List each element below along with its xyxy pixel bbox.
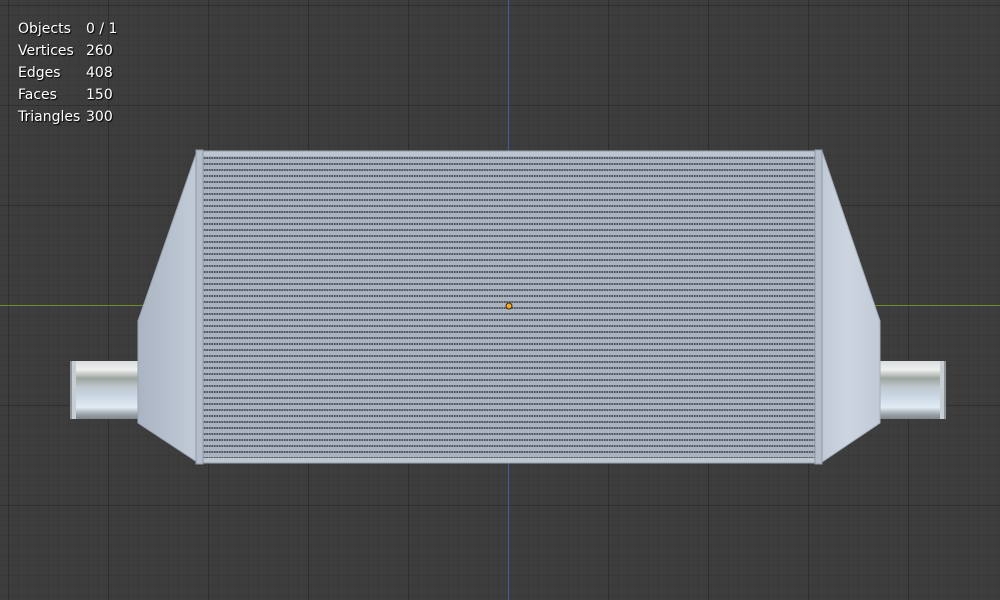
stat-vertices-label: Vertices: [18, 43, 74, 59]
stat-triangles: Triangles 300: [18, 106, 117, 128]
stat-edges: Edges 408: [18, 62, 117, 84]
stat-vertices-value: 260: [86, 43, 113, 59]
stat-objects-value: 0 / 1: [86, 21, 118, 37]
stat-triangles-label: Triangles: [18, 109, 81, 125]
stat-vertices: Vertices 260: [18, 40, 117, 62]
left-end-tank: [137, 150, 206, 463]
stat-edges-label: Edges: [18, 65, 61, 81]
right-end-tank: [813, 150, 881, 463]
stat-faces: Faces 150: [18, 84, 117, 106]
intercooler-model[interactable]: [0, 0, 1000, 600]
stat-objects-label: Objects: [18, 21, 71, 37]
object-origin-dot[interactable]: [505, 302, 513, 310]
stat-triangles-value: 300: [86, 109, 113, 125]
stat-objects: Objects 0 / 1: [18, 18, 117, 40]
core-side-plate-left: [195, 149, 204, 465]
left-pipe: [70, 361, 142, 419]
right-pipe: [876, 361, 946, 419]
core-side-plate-right: [814, 149, 823, 465]
stat-faces-value: 150: [86, 87, 113, 103]
3d-viewport[interactable]: Objects 0 / 1 Vertices 260 Edges 408 Fac…: [0, 0, 1000, 600]
scene-statistics-overlay: Objects 0 / 1 Vertices 260 Edges 408 Fac…: [18, 18, 117, 128]
stat-faces-label: Faces: [18, 87, 57, 103]
stat-edges-value: 408: [86, 65, 113, 81]
